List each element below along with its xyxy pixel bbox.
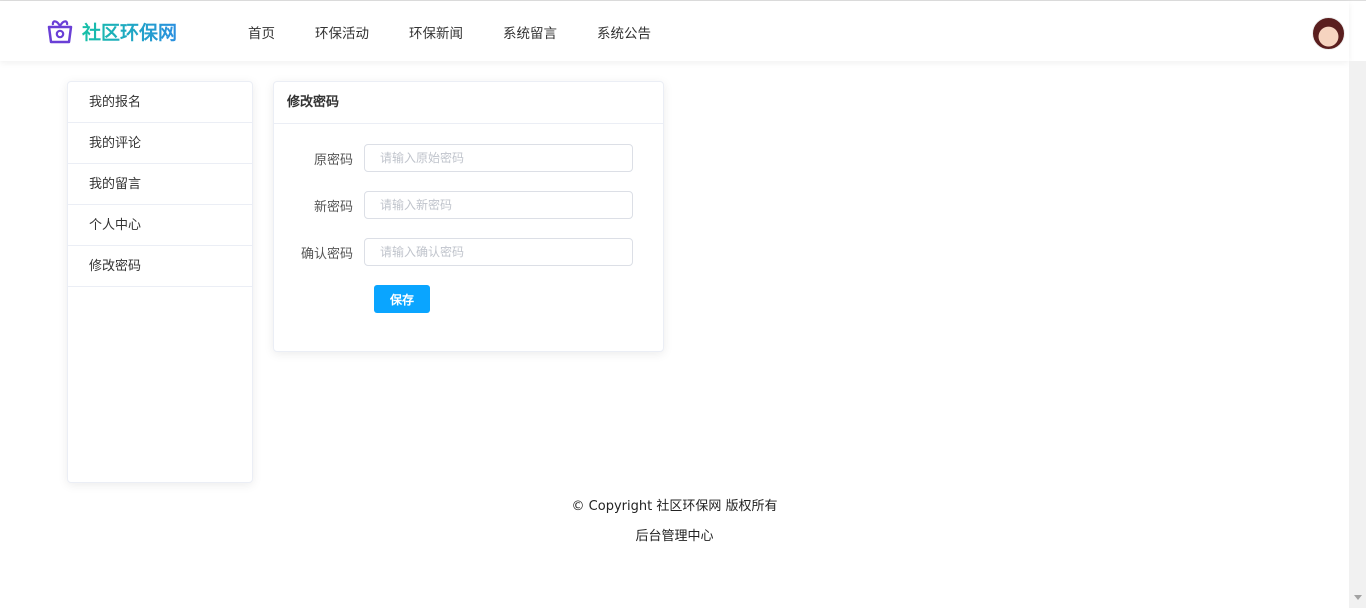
nav-news[interactable]: 环保新闻 [409,22,463,42]
site-title: 社区环保网 [82,18,177,45]
sidebar-item-change-password[interactable]: 修改密码 [68,246,252,287]
confirm-password-label: 确认密码 [300,246,353,262]
confirm-password-input[interactable] [364,238,633,266]
nav-announcements[interactable]: 系统公告 [597,22,651,42]
admin-center-link[interactable]: 后台管理中心 [0,525,1349,544]
sidebar-item-profile[interactable]: 个人中心 [68,205,252,246]
confirm-password-row: 确认密码 [274,238,633,266]
nav-messages[interactable]: 系统留言 [503,22,557,42]
sidebar-item-messages[interactable]: 我的留言 [68,164,252,205]
new-password-label: 新密码 [313,199,353,215]
old-password-label: 原密码 [313,152,353,168]
main-nav: 首页 环保活动 环保新闻 系统留言 系统公告 [248,22,651,42]
new-password-input[interactable] [364,191,633,219]
header: 社区环保网 首页 环保活动 环保新闻 系统留言 系统公告 [0,1,1349,61]
change-password-card: 修改密码 原密码 新密码 确认密码 保存 [273,81,664,352]
avatar[interactable] [1312,17,1345,50]
nav-home[interactable]: 首页 [248,22,275,42]
old-password-row: 原密码 [274,144,633,172]
logo[interactable]: 社区环保网 [44,15,177,47]
copyright: © Copyright 社区环保网 版权所有 [571,499,778,514]
nav-activities[interactable]: 环保活动 [315,22,369,42]
scrollbar[interactable] [1349,61,1366,608]
sidebar-item-comments[interactable]: 我的评论 [68,123,252,164]
gift-box-icon [47,20,73,44]
save-button[interactable]: 保存 [374,285,430,313]
old-password-input[interactable] [364,144,633,172]
sidebar-item-registrations[interactable]: 我的报名 [68,82,252,123]
scroll-down-arrow-icon[interactable] [1354,595,1362,604]
card-title: 修改密码 [274,82,663,124]
new-password-row: 新密码 [274,191,633,219]
sidebar: 我的报名 我的评论 我的留言 个人中心 修改密码 [67,81,253,483]
